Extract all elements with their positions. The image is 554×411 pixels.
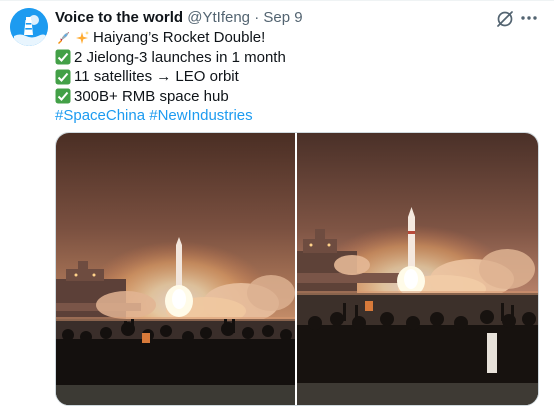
tweet-line-3: 11 satellites → LEO orbit: [55, 67, 535, 87]
hashtag-line: #SpaceChina #NewIndustries: [55, 106, 535, 126]
check-mark-icon: [55, 88, 71, 104]
header-separator: ·: [254, 9, 260, 26]
check-mark-icon: [55, 49, 71, 65]
media-grid: [55, 132, 539, 406]
tweet-line-2: 2 Jielong-3 launches in 1 month: [55, 48, 535, 68]
tweet-line-text: Haiyang’s Rocket Double!: [93, 29, 266, 46]
tweet-line-text: 11 satellites → LEO orbit: [74, 68, 239, 85]
photo-rocket-launch-right[interactable]: [297, 133, 538, 405]
tweet-line-1: Haiyang’s Rocket Double!: [55, 28, 535, 48]
avatar[interactable]: [10, 8, 48, 46]
tweet[interactable]: Voice to the world @YtIfeng · Sep 9 Haiy…: [0, 0, 554, 411]
grok-button[interactable]: [495, 9, 515, 29]
check-mark-icon: [55, 69, 71, 85]
rocket-icon: [55, 30, 71, 46]
photo-rocket-launch-left[interactable]: [56, 133, 295, 405]
tweet-line-text: 2 Jielong-3 launches in 1 month: [74, 48, 286, 66]
tweet-header: Voice to the world @YtIfeng · Sep 9: [55, 9, 303, 27]
hashtag-newindustries[interactable]: #NewIndustries: [149, 106, 252, 126]
tweet-text: Haiyang’s Rocket Double! 2 Jielong-3 lau…: [55, 28, 535, 126]
tweet-line-4: 300B+ RMB space hub: [55, 87, 535, 107]
more-icon: [521, 16, 537, 20]
grok-icon: [497, 11, 513, 27]
sparkles-icon: [74, 30, 90, 46]
tweet-date[interactable]: Sep 9: [263, 9, 302, 26]
author-handle[interactable]: @YtIfeng: [187, 9, 250, 26]
divider-top: [0, 0, 554, 1]
more-options-button[interactable]: [519, 8, 539, 28]
lighthouse-icon: [10, 8, 48, 46]
hashtag-spacechina[interactable]: #SpaceChina: [55, 106, 145, 126]
tweet-line-text: 300B+ RMB space hub: [74, 87, 229, 105]
author-name[interactable]: Voice to the world: [55, 9, 183, 26]
